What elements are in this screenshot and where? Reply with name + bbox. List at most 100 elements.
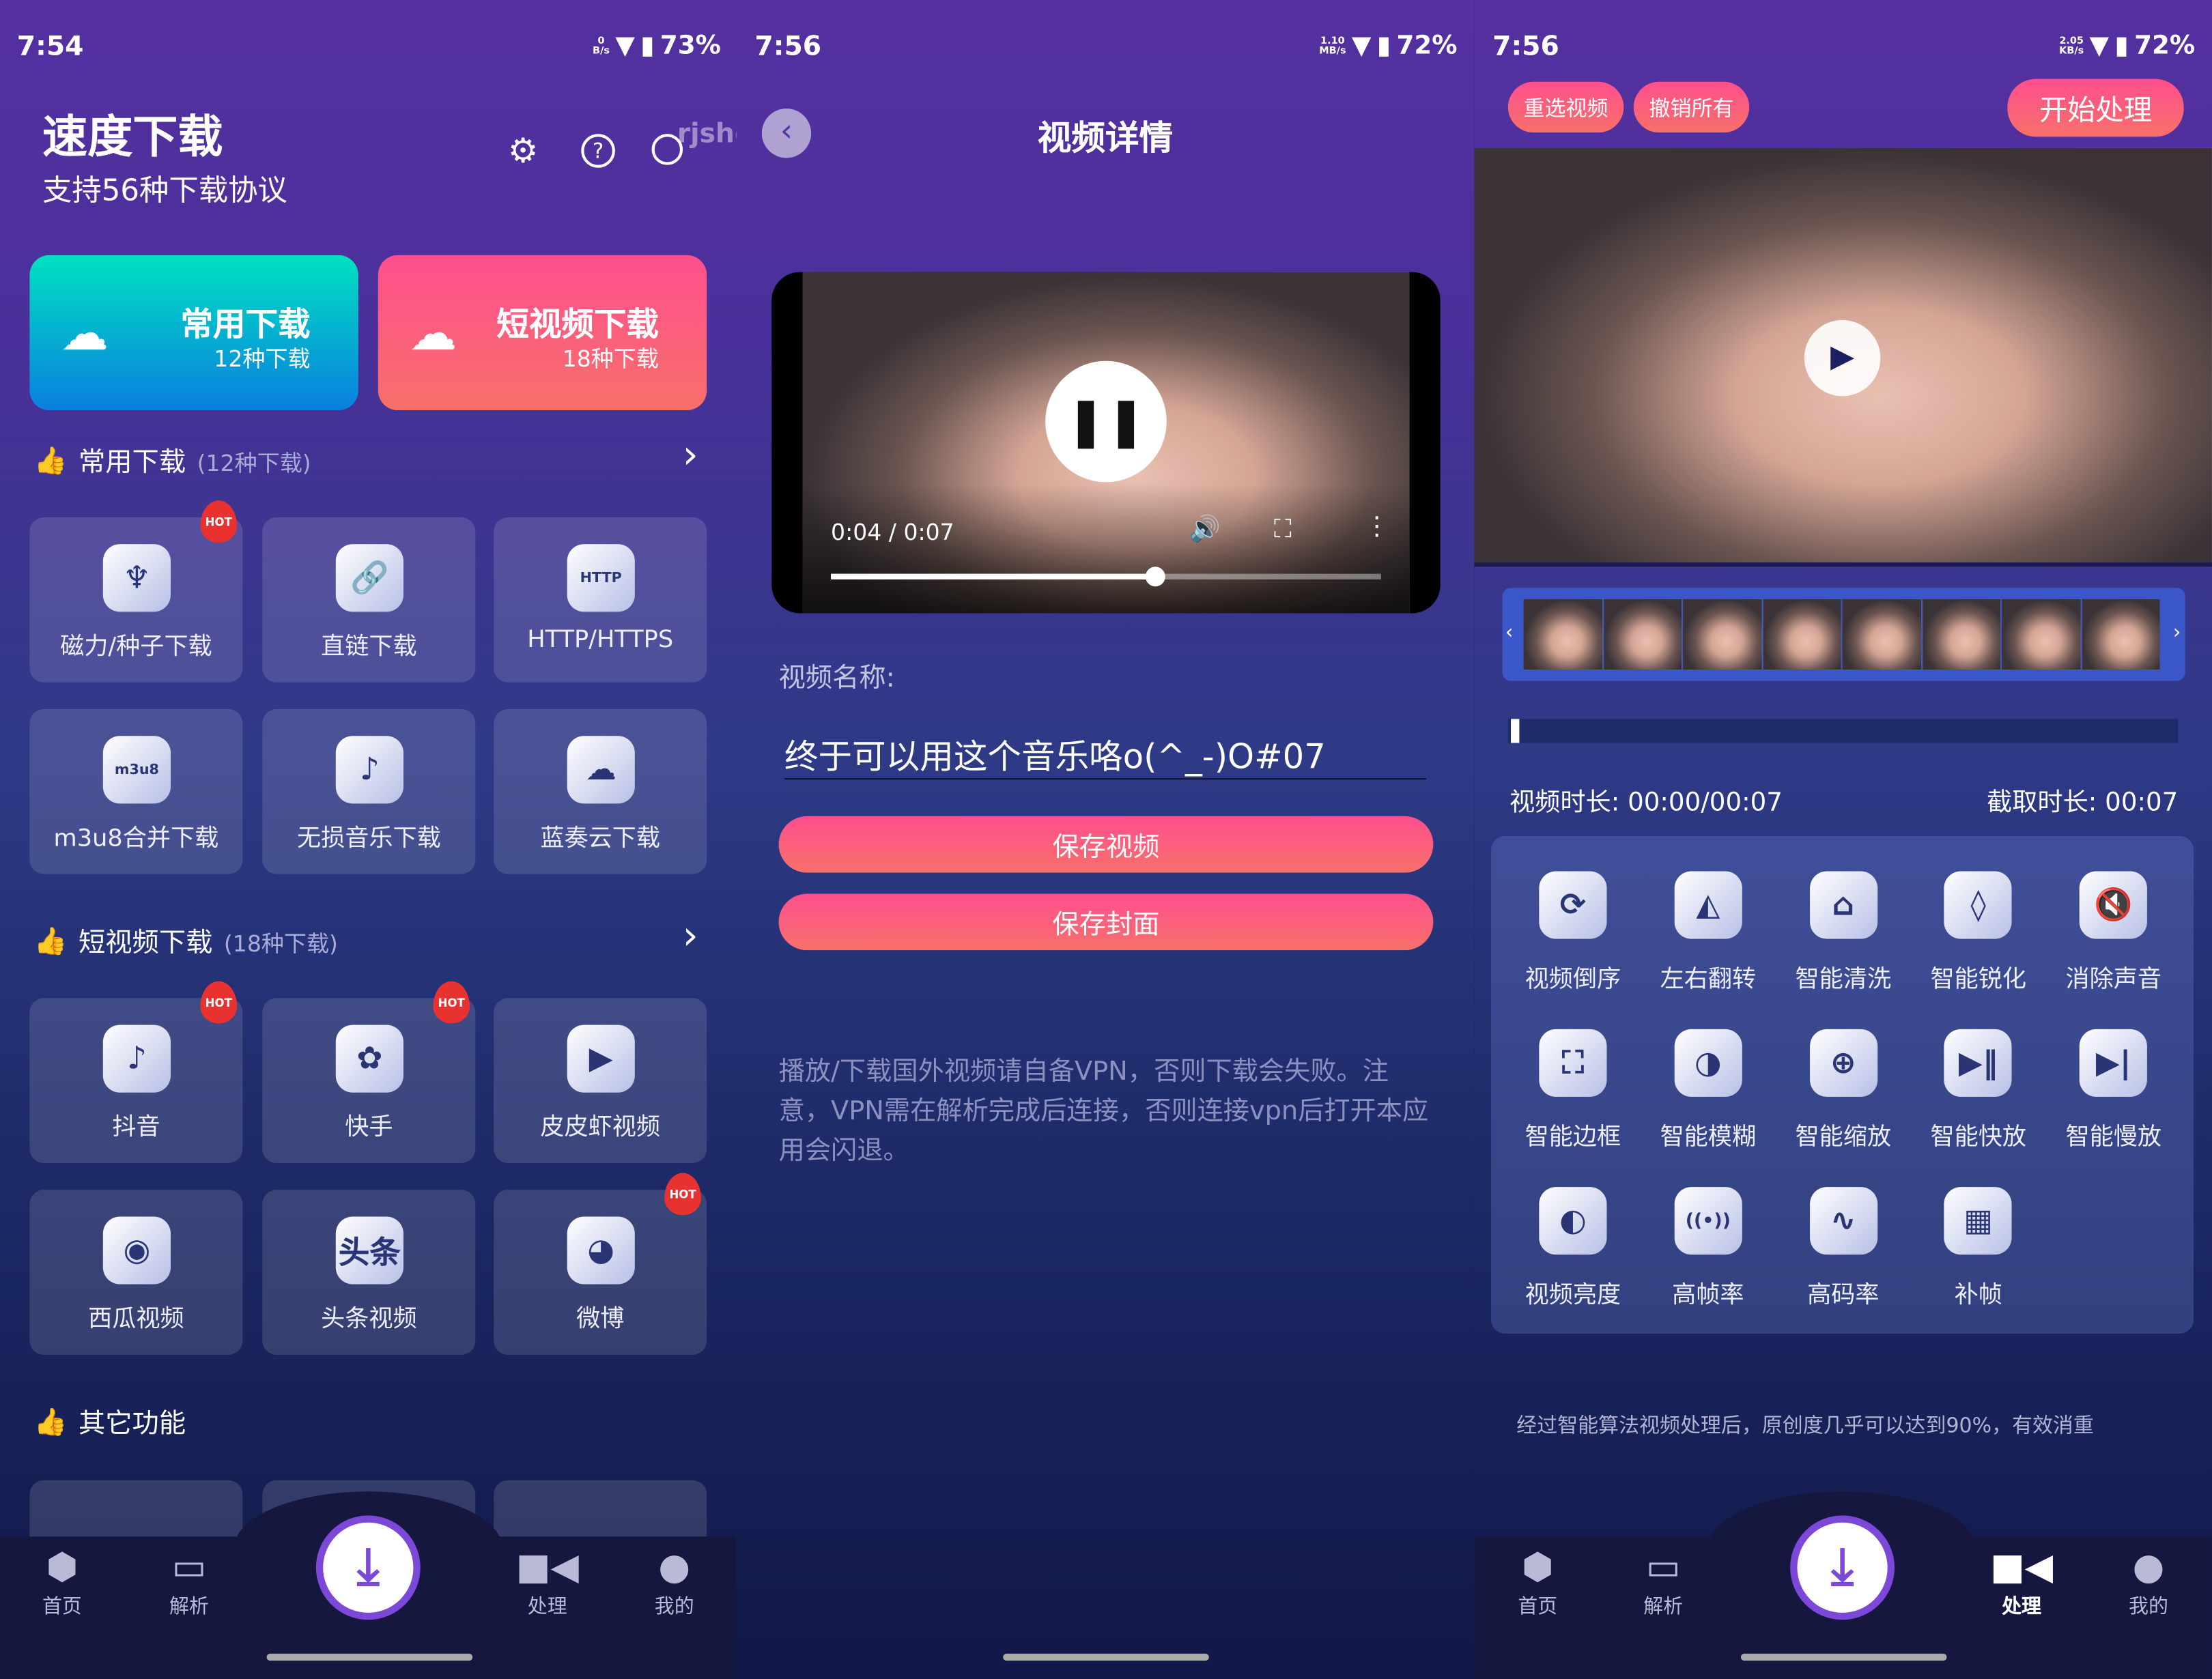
download-tile[interactable]: ♆ HOT 磁力/种子下载 xyxy=(29,500,243,683)
xigua-icon: ◉ xyxy=(102,1216,171,1285)
tool-12[interactable]: ∿ 高码率 xyxy=(1776,1187,1911,1310)
download-tile[interactable]: ✿ HOT 快手 xyxy=(262,981,476,1164)
download-tile[interactable]: 头条 头条视频 xyxy=(262,1190,476,1355)
net-speed: 0 B/s xyxy=(593,35,610,56)
video-player[interactable]: ❚❚ 0:04 / 0:07 🔊 ⛶ ⋮ xyxy=(771,272,1441,614)
nav-item[interactable]: ▭ 解析 xyxy=(147,1544,231,1620)
cloud-icon: ☁ xyxy=(567,736,635,804)
nav-item[interactable]: ▭ 解析 xyxy=(1621,1544,1705,1620)
start-processing-button[interactable]: 开始处理 xyxy=(2007,78,2184,137)
section-header-common[interactable]: 👍 常用下载 (12种下载) xyxy=(34,442,311,480)
tile-label: m3u8合并下载 xyxy=(53,824,219,853)
douyin-icon: ♪ xyxy=(102,1024,171,1093)
download-tile[interactable]: ◕ HOT 微博 xyxy=(494,1173,707,1355)
tool-11[interactable]: ((•)) 高帧率 xyxy=(1641,1187,1776,1310)
thumbnail xyxy=(1603,599,1682,670)
chevron-right-icon[interactable]: › xyxy=(683,912,698,958)
tool-1[interactable]: ◭ 左右翻转 xyxy=(1641,871,1776,994)
help-icon[interactable]: ? xyxy=(581,134,615,168)
watermark: rjshe.com xyxy=(677,118,738,149)
card-title: 常用下载 xyxy=(180,307,311,344)
common-download-card[interactable]: ☁ 常用下载 12种下载 xyxy=(29,255,358,411)
tool-2[interactable]: ⌂ 智能清洗 xyxy=(1776,871,1911,994)
trim-left-handle[interactable]: ‹ xyxy=(1505,622,1514,644)
more-icon[interactable]: ⋮ xyxy=(1364,512,1389,541)
home-cube-icon: ⬢ xyxy=(1521,1546,1554,1589)
reselect-video-button[interactable]: 重选视频 xyxy=(1507,81,1624,133)
tool-0[interactable]: ⟳ 视频倒序 xyxy=(1505,871,1641,994)
pulse-icon: ∿ xyxy=(1809,1187,1877,1255)
nav-item[interactable]: ⬢ 首页 xyxy=(1495,1544,1580,1620)
seek-bar[interactable] xyxy=(831,566,1381,587)
save-video-button[interactable]: 保存视频 xyxy=(778,816,1434,873)
tool-6[interactable]: ◑ 智能模糊 xyxy=(1641,1029,1776,1152)
section-count: (12种下载) xyxy=(197,448,311,476)
broom-icon: ⌂ xyxy=(1809,871,1877,939)
download-tile[interactable]: 🔗 直链下载 xyxy=(262,517,476,683)
user-icon: ● xyxy=(2132,1546,2165,1589)
tool-4[interactable]: 🔇 消除声音 xyxy=(2046,871,2181,994)
chevron-right-icon[interactable]: › xyxy=(683,431,698,478)
trim-right-handle[interactable]: › xyxy=(2173,622,2181,644)
battery-icon: ▮ xyxy=(640,31,655,61)
nav-label: 我的 xyxy=(2129,1596,2168,1619)
video-duration: 视频时长: 00:00/00:07 xyxy=(1509,788,1783,818)
tool-label: 高帧率 xyxy=(1672,1281,1744,1310)
nav-item[interactable]: ● 我的 xyxy=(632,1544,717,1620)
card-subtitle: 12种下载 xyxy=(214,345,311,373)
wifi-icon: ▼ xyxy=(2089,31,2110,61)
gear-icon[interactable]: ⚙ xyxy=(508,131,538,171)
video-name-input[interactable]: 终于可以用这个音乐咯o(^_-)O#07 xyxy=(784,729,1427,780)
tool-label: 视频亮度 xyxy=(1525,1281,1621,1310)
nav-label: 首页 xyxy=(42,1596,82,1619)
status-bar: 2.05 KB/s ▼ ▮ 72% xyxy=(2059,31,2195,60)
download-tile[interactable]: HTTP HTTP/HTTPS xyxy=(494,517,707,683)
tool-8[interactable]: ▶‖ 智能快放 xyxy=(1911,1029,2046,1152)
section-header-short-video[interactable]: 👍 短视频下载 (18种下载) xyxy=(34,922,338,960)
download-tile[interactable]: m3u8 m3u8合并下载 xyxy=(29,708,243,874)
nav-item[interactable]: ■◀ 处理 xyxy=(505,1544,590,1620)
hot-badge: HOT xyxy=(200,500,238,543)
volume-icon[interactable]: 🔊 xyxy=(1189,515,1221,544)
vpn-note: 播放/下载国外视频请自备VPN，否则下载会失败。注意，VPN需在解析完成后连接，… xyxy=(778,1057,1429,1166)
tool-3[interactable]: ◊ 智能锐化 xyxy=(1911,871,2046,994)
controls-scrim xyxy=(802,483,1410,614)
download-tile[interactable]: ◉ 西瓜视频 xyxy=(29,1190,243,1355)
tile-label: 微博 xyxy=(576,1305,625,1334)
tool-10[interactable]: ◐ 视频亮度 xyxy=(1505,1187,1641,1310)
nav-item[interactable]: ■◀ 处理 xyxy=(1979,1544,2064,1620)
weibo-icon: ◕ xyxy=(567,1216,635,1285)
download-tile[interactable]: ♪ HOT 抖音 xyxy=(29,981,243,1164)
clip-marker[interactable] xyxy=(1511,719,1520,743)
wifi-icon: ▼ xyxy=(615,31,635,61)
tool-9[interactable]: ▶| 智能慢放 xyxy=(2046,1029,2181,1152)
download-tile[interactable]: ♪ 无损音乐下载 xyxy=(262,708,476,874)
clip-track[interactable] xyxy=(1507,719,2179,743)
save-cover-button[interactable]: 保存封面 xyxy=(778,893,1434,951)
timeline-strip[interactable]: ‹ › xyxy=(1502,588,2185,681)
download-fab-button[interactable]: ⤓ xyxy=(1790,1515,1895,1620)
download-fab-button[interactable]: ⤓ xyxy=(315,1515,421,1620)
download-tile[interactable]: ☁ 蓝奏云下载 xyxy=(494,708,707,874)
tool-7[interactable]: ⊕ 智能缩放 xyxy=(1776,1029,1911,1152)
link-icon: 🔗 xyxy=(335,544,403,612)
thumbnail xyxy=(1842,599,1921,670)
tile-label: 抖音 xyxy=(112,1113,160,1143)
nav-item[interactable]: ⬢ 首页 xyxy=(20,1544,104,1620)
short-video-card[interactable]: ☁ 短视频下载 18种下载 xyxy=(378,255,707,411)
pause-button[interactable]: ❚❚ xyxy=(1045,360,1167,483)
download-tile[interactable]: ▶ 皮皮虾视频 xyxy=(494,998,707,1164)
nav-item[interactable]: ● 我的 xyxy=(2106,1544,2191,1620)
play-pause-icon: ▶‖ xyxy=(1944,1029,2013,1097)
tool-5[interactable]: ⛶ 智能边框 xyxy=(1505,1029,1641,1152)
video-camera-icon: ■◀ xyxy=(515,1546,579,1589)
status-time: 7:56 xyxy=(754,31,822,62)
home-indicator xyxy=(1003,1653,1209,1661)
play-button[interactable]: ▶ xyxy=(1804,319,1881,397)
nav-label: 处理 xyxy=(527,1596,567,1619)
undo-all-button[interactable]: 撤销所有 xyxy=(1633,81,1750,133)
fullscreen-icon[interactable]: ⛶ xyxy=(1274,515,1292,544)
seek-thumb[interactable] xyxy=(1146,566,1165,587)
video-preview[interactable]: ▶ xyxy=(1474,147,2212,567)
tool-13[interactable]: ▦ 补帧 xyxy=(1911,1187,2046,1310)
